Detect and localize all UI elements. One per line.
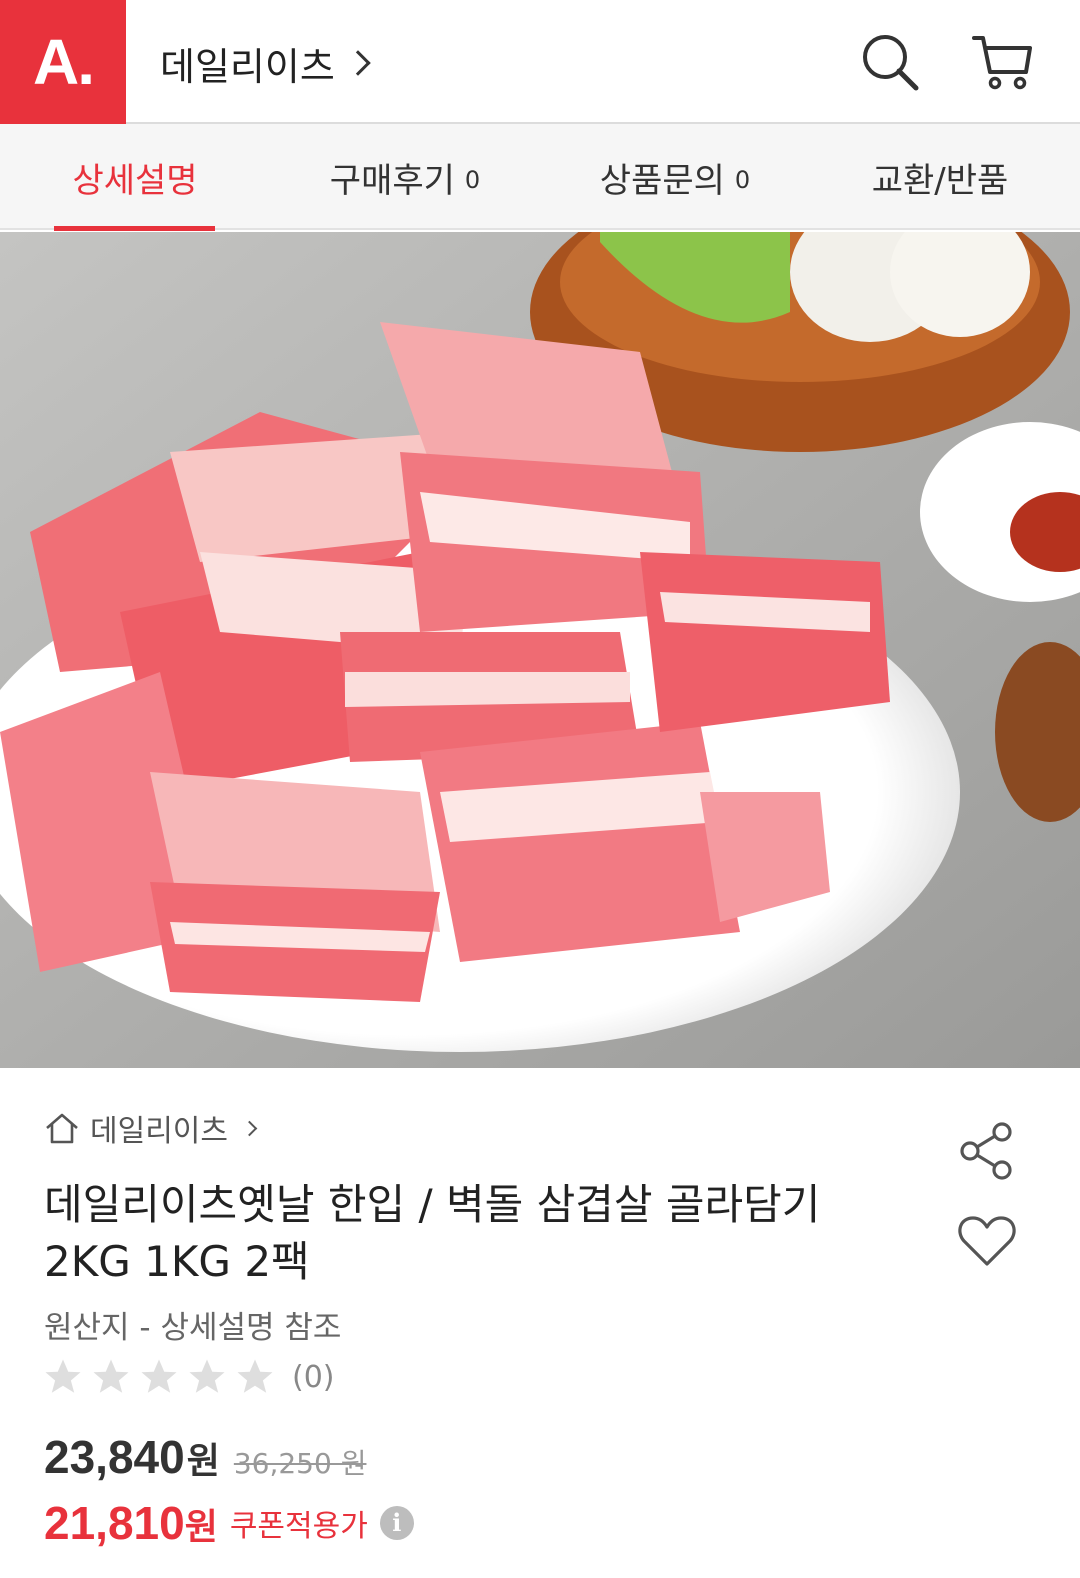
tab-count: 0 [734, 166, 751, 194]
price-row: 23,840원 36,250 원 [44, 1430, 366, 1484]
star-icon [93, 1359, 129, 1393]
tab-inquiries[interactable]: 상품문의 0 [575, 124, 775, 230]
star-icon [45, 1359, 81, 1393]
shop-name: 데일리이츠 [160, 44, 335, 89]
chevron-right-icon [345, 50, 371, 76]
coupon-label: 쿠폰적용가 [229, 1509, 368, 1544]
coupon-price-row: 21,810원 쿠폰적용가 i [44, 1496, 414, 1550]
star-icon [189, 1359, 225, 1393]
star-icon [237, 1359, 273, 1393]
sale-price-unit: 원 [186, 1440, 220, 1481]
brand-logo[interactable]: A. [0, 0, 126, 124]
product-title: 데일리이츠옛날 한입 / 벽돌 삼겹살 골라담기 2KG 1KG 2팩 [44, 1176, 924, 1290]
breadcrumb[interactable]: 데일리이츠 [44, 1108, 258, 1149]
sale-price-value: 23,840 [44, 1431, 185, 1483]
tab-label: 상품문의 [599, 160, 725, 201]
search-icon[interactable] [858, 30, 922, 94]
rating[interactable]: (0) [42, 1352, 335, 1402]
chevron-right-icon [241, 1120, 258, 1136]
top-header: A. 데일리이츠 [0, 0, 1080, 124]
coupon-price: 21,810원 [44, 1496, 218, 1550]
tab-label: 상세설명 [72, 160, 198, 201]
tab-label: 교환/반품 [871, 160, 1009, 201]
product-title-line2: 2KG 1KG 2팩 [44, 1237, 310, 1286]
share-icon[interactable] [956, 1120, 1018, 1182]
breadcrumb-shop: 데일리이츠 [90, 1114, 228, 1149]
product-title-line1: 데일리이츠옛날 한입 / 벽돌 삼겹살 골라담기 [44, 1180, 821, 1229]
tab-description[interactable]: 상세설명 [40, 124, 230, 230]
star-icon [141, 1359, 177, 1393]
sale-price: 23,840원 [44, 1430, 220, 1484]
info-icon[interactable]: i [379, 1506, 414, 1540]
original-price: 36,250 원 [233, 1447, 367, 1480]
coupon-price-value: 21,810 [44, 1497, 185, 1549]
tab-reviews[interactable]: 구매후기 0 [305, 124, 505, 230]
product-origin: 원산지 - 상세설명 참조 [44, 1310, 342, 1346]
cart-icon[interactable] [970, 30, 1034, 94]
product-tabs: 상세설명 구매후기 0 상품문의 0 교환/반품 [0, 124, 1080, 230]
home-icon [46, 1113, 78, 1144]
tab-exchange-return[interactable]: 교환/반품 [845, 124, 1035, 230]
coupon-price-unit: 원 [184, 1506, 218, 1547]
heart-icon[interactable] [956, 1210, 1018, 1272]
product-image[interactable] [0, 232, 1080, 1068]
rating-count: (0) [292, 1359, 335, 1395]
shop-name-link[interactable]: 데일리이츠 [160, 38, 371, 89]
active-tab-indicator [54, 226, 215, 231]
tab-label: 구매후기 [329, 160, 455, 201]
tab-count: 0 [464, 166, 481, 194]
